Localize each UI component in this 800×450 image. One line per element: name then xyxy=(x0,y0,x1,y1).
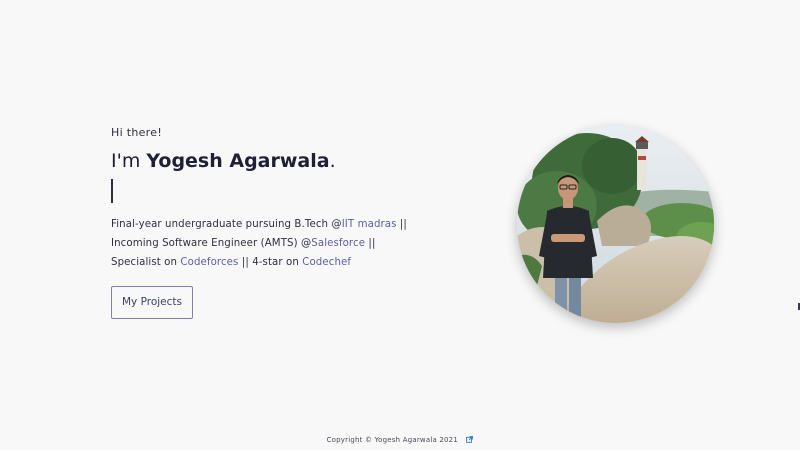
bio-line2-end: || xyxy=(365,238,376,249)
bio-line3-text: Specialist on xyxy=(111,257,181,268)
bio-line1-end: || xyxy=(396,219,407,230)
my-projects-button[interactable]: My Projects xyxy=(111,286,194,319)
lighthouse-lamp xyxy=(636,142,648,149)
bio-line1-text: Final-year undergraduate pursuing B.Tech… xyxy=(111,219,342,230)
bio-line-education: Final-year undergraduate pursuing B.Tech… xyxy=(111,215,451,234)
person-crossed-hands xyxy=(551,234,585,242)
salesforce-link[interactable]: Salesforce xyxy=(311,238,365,249)
person-leg-left xyxy=(555,274,567,322)
profile-photo-illustration xyxy=(517,126,714,323)
iit-madras-link[interactable]: IIT madras xyxy=(342,219,397,230)
bio-line-job: Incoming Software Engineer (AMTS) @Sales… xyxy=(111,234,451,253)
copyright-text: Copyright © Yogesh Agarwala 2021 xyxy=(326,436,458,444)
typing-cursor xyxy=(111,179,113,203)
bio-line3-mid: || 4-star on xyxy=(238,257,303,268)
hero-section: Hi there! I'm Yogesh Agarwala. Final-yea… xyxy=(111,126,451,319)
lighthouse-tower xyxy=(637,148,647,190)
profile-photo xyxy=(517,126,714,323)
codechef-link[interactable]: Codechef xyxy=(302,257,351,268)
tree-canopy-top xyxy=(582,138,642,194)
page-title: I'm Yogesh Agarwala. xyxy=(111,149,451,173)
author-name: Yogesh Agarwala xyxy=(146,150,330,172)
bio-line2-text: Incoming Software Engineer (AMTS) @ xyxy=(111,238,312,249)
external-link-icon[interactable] xyxy=(466,435,474,445)
heading-prefix: I'm xyxy=(111,150,147,172)
heading-suffix: . xyxy=(329,150,336,172)
greeting-text: Hi there! xyxy=(111,126,163,139)
lighthouse-band xyxy=(638,156,646,160)
bio-text: Final-year undergraduate pursuing B.Tech… xyxy=(111,215,451,272)
codeforces-link[interactable]: Codeforces xyxy=(180,257,238,268)
page: Hi there! I'm Yogesh Agarwala. Final-yea… xyxy=(0,0,800,450)
person-leg-right xyxy=(569,274,581,322)
footer: Copyright © Yogesh Agarwala 2021 xyxy=(0,435,800,445)
bio-line-competitive: Specialist on Codeforces || 4-star on Co… xyxy=(111,253,451,272)
